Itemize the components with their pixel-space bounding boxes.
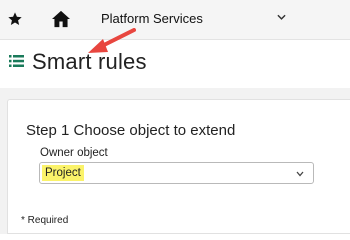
required-note: * Required bbox=[21, 215, 69, 226]
chevron-down-icon bbox=[296, 171, 304, 177]
home-icon[interactable] bbox=[51, 10, 71, 28]
owner-object-label: Owner object bbox=[40, 147, 108, 159]
list-icon bbox=[9, 55, 24, 67]
top-navigation-bar: Platform Services bbox=[0, 0, 350, 40]
platform-services-menu[interactable]: Platform Services bbox=[101, 11, 203, 26]
chevron-down-icon[interactable] bbox=[277, 14, 286, 21]
annotation-arrow-icon bbox=[88, 28, 136, 53]
owner-object-value: Project bbox=[42, 165, 84, 181]
owner-object-select[interactable]: Project bbox=[39, 162, 314, 184]
step-title: Step 1 Choose object to extend bbox=[26, 122, 236, 139]
page-header: Smart rules bbox=[0, 40, 350, 88]
star-icon[interactable] bbox=[7, 11, 23, 27]
